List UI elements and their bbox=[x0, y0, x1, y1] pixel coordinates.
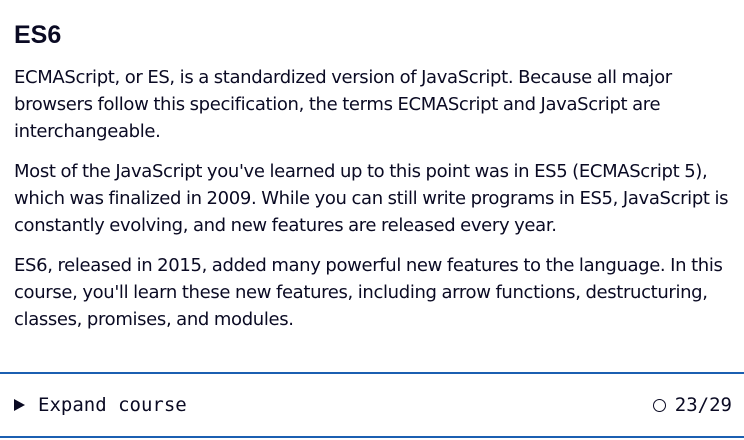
intro-paragraph-2: Most of the JavaScript you've learned up… bbox=[14, 161, 729, 236]
course-intro-page: ES6 ECMAScript, or ES, is a standardized… bbox=[0, 0, 744, 440]
expand-course-toggle[interactable]: Expand course bbox=[14, 394, 187, 416]
expand-course-label: Expand course bbox=[38, 394, 187, 416]
course-intro-content: ES6 ECMAScript, or ES, is a standardized… bbox=[0, 0, 744, 333]
circle-outline-icon bbox=[652, 398, 666, 412]
course-progress-count: 23/29 bbox=[674, 394, 732, 416]
intro-paragraph-1: ECMAScript, or ES, is a standardized ver… bbox=[14, 67, 672, 142]
course-title: ES6 bbox=[14, 21, 62, 49]
course-progress: 23/29 bbox=[652, 394, 732, 416]
caret-right-icon bbox=[14, 399, 25, 411]
intro-paragraph-3: ES6, released in 2015, added many powerf… bbox=[14, 255, 723, 330]
expand-course-button[interactable]: Expand course 23/29 bbox=[0, 372, 744, 438]
